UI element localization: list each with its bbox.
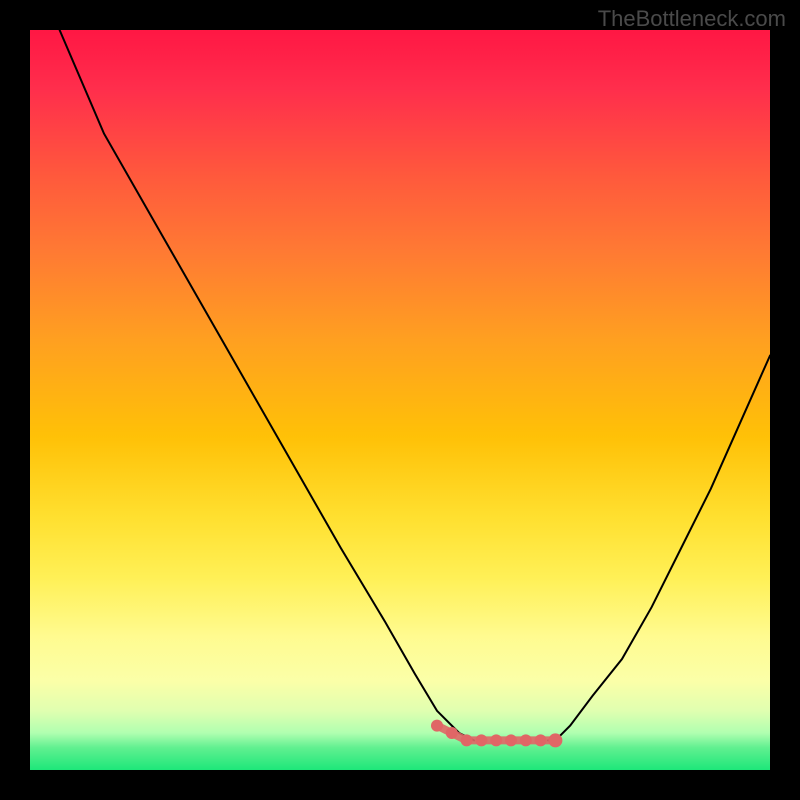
- plot-area: [30, 30, 770, 770]
- watermark-label: TheBottleneck.com: [598, 6, 786, 32]
- trough-marker: [461, 734, 473, 746]
- trough-marker: [505, 734, 517, 746]
- right-curve: [548, 356, 770, 741]
- trough-marker: [490, 734, 502, 746]
- left-curve: [60, 30, 474, 740]
- trough-marker: [520, 734, 532, 746]
- trough-marker: [446, 727, 458, 739]
- trough-end-marker: [548, 733, 562, 747]
- trough-marker: [431, 720, 443, 732]
- trough-marker: [535, 734, 547, 746]
- trough-marker: [475, 734, 487, 746]
- curve-layer: [30, 30, 770, 770]
